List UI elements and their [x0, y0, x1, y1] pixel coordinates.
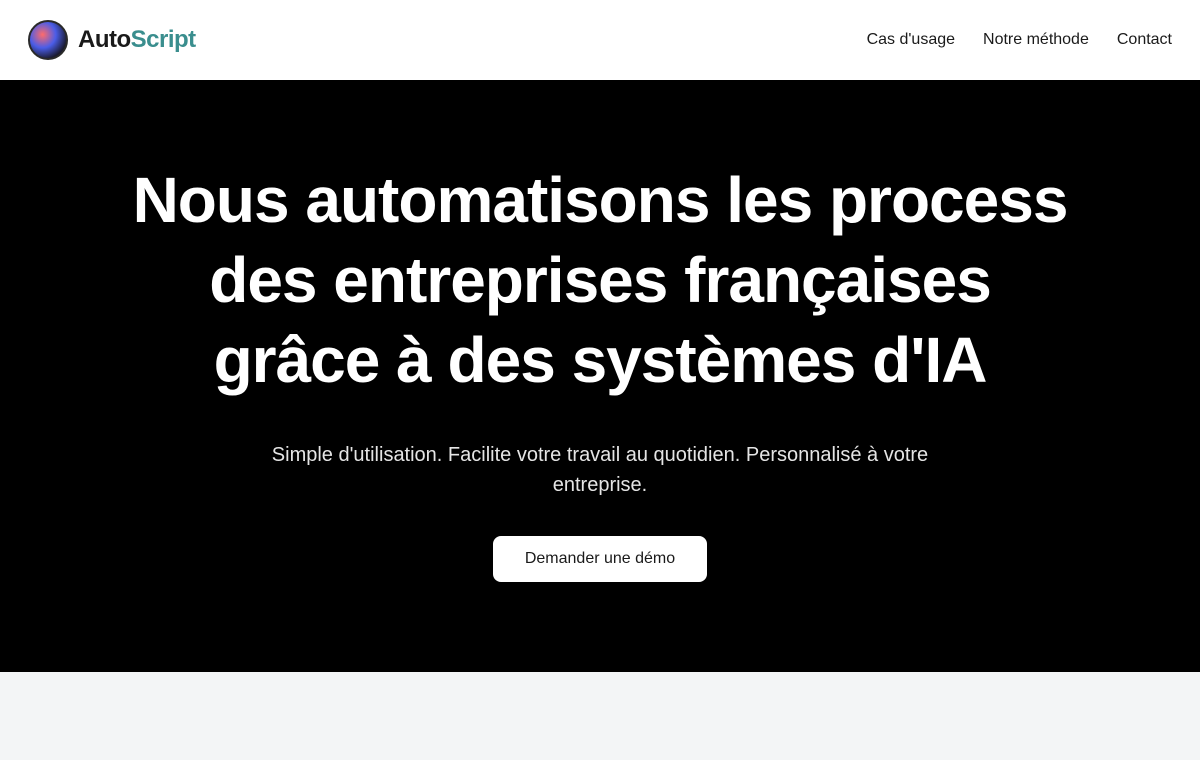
brand-name-primary: Auto [78, 26, 131, 53]
site-header: AutoScript Cas d'usage Notre méthode Con… [0, 0, 1200, 80]
nav-item-method[interactable]: Notre méthode [983, 31, 1089, 49]
hero-subtitle: Simple d'utilisation. Facilite votre tra… [272, 440, 928, 500]
hero-section: Nous automatisons les process des entrep… [0, 80, 1200, 672]
below-hero-spacer [0, 672, 1200, 760]
brand-name: AutoScript [78, 26, 196, 54]
hero-title: Nous automatisons les process des entrep… [0, 160, 1200, 400]
nav-item-contact[interactable]: Contact [1117, 31, 1172, 49]
primary-nav: Cas d'usage Notre méthode Contact [867, 31, 1172, 49]
request-demo-button[interactable]: Demander une démo [493, 536, 707, 582]
logo[interactable]: AutoScript [28, 20, 196, 60]
nav-item-use-cases[interactable]: Cas d'usage [867, 31, 955, 49]
brand-icon [28, 20, 68, 60]
brand-name-secondary: Script [131, 26, 196, 53]
